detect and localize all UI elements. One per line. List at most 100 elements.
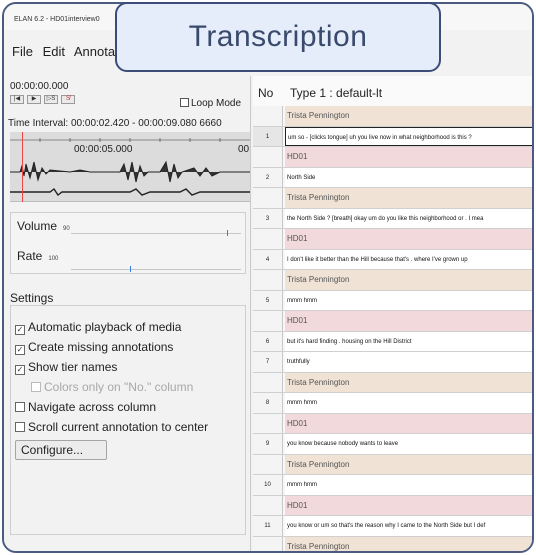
column-header-tier[interactable]: Type 1 : default-lt bbox=[290, 86, 382, 100]
row-number: 4 bbox=[253, 249, 283, 269]
speaker-row[interactable]: HD01 bbox=[253, 311, 532, 332]
setting-label: Colors only on "No." column bbox=[44, 380, 194, 394]
loop-mode-check-icon[interactable] bbox=[180, 98, 189, 107]
rate-slider-knob[interactable] bbox=[130, 266, 131, 272]
checkbox-checked-icon[interactable]: ✓ bbox=[15, 325, 25, 335]
checkbox-checked-icon[interactable]: ✓ bbox=[15, 365, 25, 375]
playback-controls: |◀ ▶ ▷S S̸ bbox=[10, 95, 78, 105]
rate-value: 100 bbox=[48, 256, 59, 262]
volume-rate-panel: Volume 90 Rate 100 bbox=[10, 212, 246, 274]
configure-button[interactable]: Configure... bbox=[15, 440, 107, 460]
column-header-no[interactable]: No bbox=[258, 86, 273, 100]
annotation-cell[interactable]: mmm hmm bbox=[285, 290, 532, 310]
row-number: 9 bbox=[253, 434, 283, 454]
volume-slider-knob[interactable] bbox=[227, 230, 228, 236]
media-timecode: 00:00:00.000 bbox=[10, 81, 69, 92]
scroll-annotation-center-checkbox[interactable]: Scroll current annotation to center bbox=[15, 420, 208, 434]
annotation-row[interactable]: 1 um so - [clicks tongue] uh you live now… bbox=[253, 126, 532, 147]
setting-label: Scroll current annotation to center bbox=[28, 420, 209, 434]
speaker-name-cell: Trista Pennington bbox=[285, 106, 532, 126]
settings-title: Settings bbox=[10, 291, 54, 305]
checkbox-checked-icon[interactable]: ✓ bbox=[15, 345, 25, 355]
speaker-row[interactable]: Trista Pennington bbox=[253, 536, 532, 551]
speaker-row[interactable]: HD01 bbox=[253, 413, 532, 434]
row-number bbox=[253, 372, 283, 392]
row-number: 2 bbox=[253, 167, 283, 187]
row-number bbox=[253, 106, 283, 126]
annotation-cell[interactable]: you know because nobody wants to leave bbox=[285, 434, 532, 454]
row-number bbox=[253, 147, 283, 167]
speaker-row[interactable]: HD01 bbox=[253, 495, 532, 516]
waveform-time-tick: 00:00:05.000 bbox=[74, 144, 133, 155]
row-number: 1 bbox=[253, 126, 283, 146]
volume-slider[interactable] bbox=[71, 233, 241, 234]
row-number: 5 bbox=[253, 290, 283, 310]
annotation-cell[interactable]: mmm hmm bbox=[285, 475, 532, 495]
row-number bbox=[253, 270, 283, 290]
checkbox-unchecked-icon[interactable] bbox=[15, 422, 25, 432]
annotation-row[interactable]: 2 North Side bbox=[253, 167, 532, 188]
create-missing-annotations-checkbox[interactable]: ✓ Create missing annotations bbox=[15, 340, 173, 355]
annotation-cell[interactable]: mmm hmm bbox=[285, 393, 532, 413]
show-tier-names-checkbox[interactable]: ✓ Show tier names bbox=[15, 360, 117, 375]
clear-selection-button[interactable]: S̸ bbox=[61, 95, 75, 104]
waveform-top bbox=[10, 160, 250, 183]
auto-playback-checkbox[interactable]: ✓ Automatic playback of media bbox=[15, 320, 181, 335]
play-selection-button[interactable]: ▷S bbox=[44, 95, 58, 104]
annotation-cell[interactable]: North Side bbox=[285, 167, 532, 187]
speaker-name-cell: Trista Pennington bbox=[285, 536, 532, 551]
speaker-name-cell: Trista Pennington bbox=[285, 454, 532, 474]
menu-annotation[interactable]: Annota bbox=[74, 44, 115, 59]
speaker-row[interactable]: Trista Pennington bbox=[253, 188, 532, 209]
annotation-cell[interactable]: um so - [clicks tongue] uh you live now … bbox=[285, 126, 532, 146]
speaker-row[interactable]: Trista Pennington bbox=[253, 372, 532, 393]
speaker-row[interactable]: Trista Pennington bbox=[253, 106, 532, 127]
playhead-cursor[interactable] bbox=[22, 132, 23, 202]
menu-edit[interactable]: Edit bbox=[43, 44, 65, 59]
settings-box: ✓ Automatic playback of media ✓ Create mis… bbox=[10, 305, 246, 535]
annotation-row[interactable]: 6 but it's hard finding . housing on the … bbox=[253, 331, 532, 352]
speaker-row[interactable]: HD01 bbox=[253, 147, 532, 168]
annotation-cell[interactable]: I don't like it better than the Hill bec… bbox=[285, 249, 532, 269]
waveform-viewer[interactable]: 00:00:05.000 00 bbox=[10, 132, 250, 202]
navigate-across-column-checkbox[interactable]: Navigate across column bbox=[15, 400, 156, 414]
annotation-row[interactable]: 4I don't like it better than the Hill be… bbox=[253, 249, 532, 270]
play-button[interactable]: ▶ bbox=[27, 95, 41, 104]
annotation-row[interactable]: 5 mmm hmm bbox=[253, 290, 532, 311]
menu-file[interactable]: File bbox=[12, 44, 33, 59]
loop-mode-checkbox[interactable]: Loop Mode bbox=[180, 98, 241, 109]
volume-label: Volume 90 bbox=[17, 219, 70, 233]
speaker-row[interactable]: HD01 bbox=[253, 229, 532, 250]
annotation-row[interactable]: 8 mmm hmm bbox=[253, 393, 532, 414]
setting-label: Create missing annotations bbox=[28, 340, 174, 354]
transcription-mode-label: Transcription bbox=[115, 2, 441, 72]
colors-only-no-column-checkbox: Colors only on "No." column bbox=[31, 380, 193, 394]
annotation-cell[interactable]: truthfully bbox=[285, 352, 532, 372]
speaker-row[interactable]: Trista Pennington bbox=[253, 270, 532, 291]
annotation-cell[interactable]: you know or um so that's the reason why … bbox=[285, 516, 532, 536]
volume-label-text: Volume bbox=[17, 219, 58, 233]
annotation-row[interactable]: 10 mmm hmm bbox=[253, 475, 532, 496]
annotation-cell[interactable]: but it's hard finding . housing on the H… bbox=[285, 331, 532, 351]
annotation-row[interactable]: 3 the North Side ? [breath] okay um do yo… bbox=[253, 208, 532, 229]
row-number bbox=[253, 495, 283, 515]
volume-value: 90 bbox=[63, 226, 70, 232]
annotation-cell[interactable]: the North Side ? [breath] okay um do you… bbox=[285, 208, 532, 228]
speaker-row[interactable]: Trista Pennington bbox=[253, 454, 532, 475]
table-header: No Type 1 : default-lt bbox=[253, 76, 532, 106]
settings-panel: Settings ✓ Automatic playback of media ✓ C… bbox=[10, 291, 246, 541]
annotation-row[interactable]: 7 truthfully bbox=[253, 352, 532, 373]
checkbox-unchecked-icon bbox=[31, 382, 41, 392]
annotation-row[interactable]: 9 you know because nobody wants to leave bbox=[253, 434, 532, 455]
annotation-row[interactable]: 11 you know or um so that's the reason wh… bbox=[253, 516, 532, 537]
speaker-name-cell: Trista Pennington bbox=[285, 188, 532, 208]
checkbox-unchecked-icon[interactable] bbox=[15, 402, 25, 412]
go-to-begin-button[interactable]: |◀ bbox=[10, 95, 24, 104]
row-number: 11 bbox=[253, 516, 283, 536]
pane-divider[interactable] bbox=[250, 76, 251, 551]
row-number: 3 bbox=[253, 208, 283, 228]
rate-slider[interactable] bbox=[71, 269, 241, 270]
row-number: 7 bbox=[253, 352, 283, 372]
time-interval-readout: Time Interval: 00:00:02.420 - 00:00:09.0… bbox=[8, 118, 222, 129]
menu-bar: File Edit Annota bbox=[4, 44, 121, 64]
